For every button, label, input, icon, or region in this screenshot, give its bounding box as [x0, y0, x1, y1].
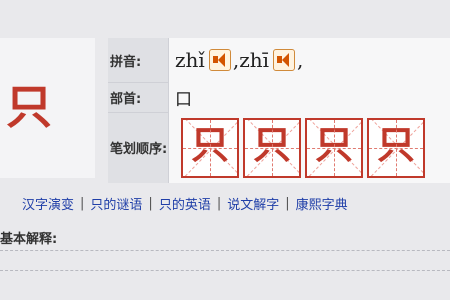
stroke-glyph: 只 [190, 122, 229, 167]
main-character: 只 [6, 80, 52, 134]
stroke-glyph: 只 [376, 122, 415, 167]
stroke-frame: 只 [305, 117, 363, 178]
link-english[interactable]: 只的英语 [159, 194, 211, 213]
character-panel: 只 [0, 38, 95, 178]
speaker-icon[interactable] [208, 49, 231, 71]
pinyin-reading-2: zhī [239, 48, 270, 72]
pinyin-label: 拼音: [110, 54, 142, 70]
pinyin-cell: zhǐ , zhī , [168, 38, 450, 82]
link-divider: | [216, 195, 222, 211]
pinyin-row: 拼音: zhǐ , zhī , [108, 38, 450, 83]
divider [0, 270, 450, 271]
stroke-order-row: 笔划顺序: 只 只 只 只 [108, 112, 450, 183]
stroke-frame: 只 [181, 117, 239, 178]
radical-cell: 口 [168, 82, 450, 112]
basic-explanation-heading: 基本解释: [0, 232, 58, 247]
link-divider: | [285, 195, 290, 211]
link-kangxi[interactable]: 康熙字典 [296, 194, 348, 213]
link-divider: | [148, 195, 153, 211]
link-shuowen[interactable]: 说文解字 [227, 194, 279, 213]
stroke-order-cell: 只 只 只 只 [168, 112, 450, 183]
speaker-icon[interactable] [273, 49, 296, 71]
pinyin-separator: , [297, 48, 304, 72]
radical-row: 部首: 口 [108, 82, 450, 113]
stroke-glyph: 只 [252, 122, 291, 167]
stroke-glyph: 只 [314, 122, 353, 167]
pinyin-reading-1: zhǐ [175, 48, 205, 72]
stroke-frame: 只 [243, 117, 301, 178]
radical-value: 口 [175, 89, 192, 110]
stroke-order-label: 笔划顺序: [110, 142, 168, 157]
character-info-table: 拼音: zhǐ , zhī , 部首: 口 笔划顺序: 只 只 只 只 [108, 38, 450, 183]
link-divider: | [80, 195, 85, 211]
radical-label: 部首: [110, 91, 142, 107]
stroke-frame: 只 [367, 117, 425, 178]
divider [0, 250, 450, 251]
link-riddle[interactable]: 只的谜语 [90, 194, 142, 213]
link-evolution[interactable]: 汉字演变 [22, 194, 74, 213]
related-links-bar: 汉字演变 | 只的谜语 | 只的英语 | 说文解字 | 康熙字典 [0, 192, 450, 214]
